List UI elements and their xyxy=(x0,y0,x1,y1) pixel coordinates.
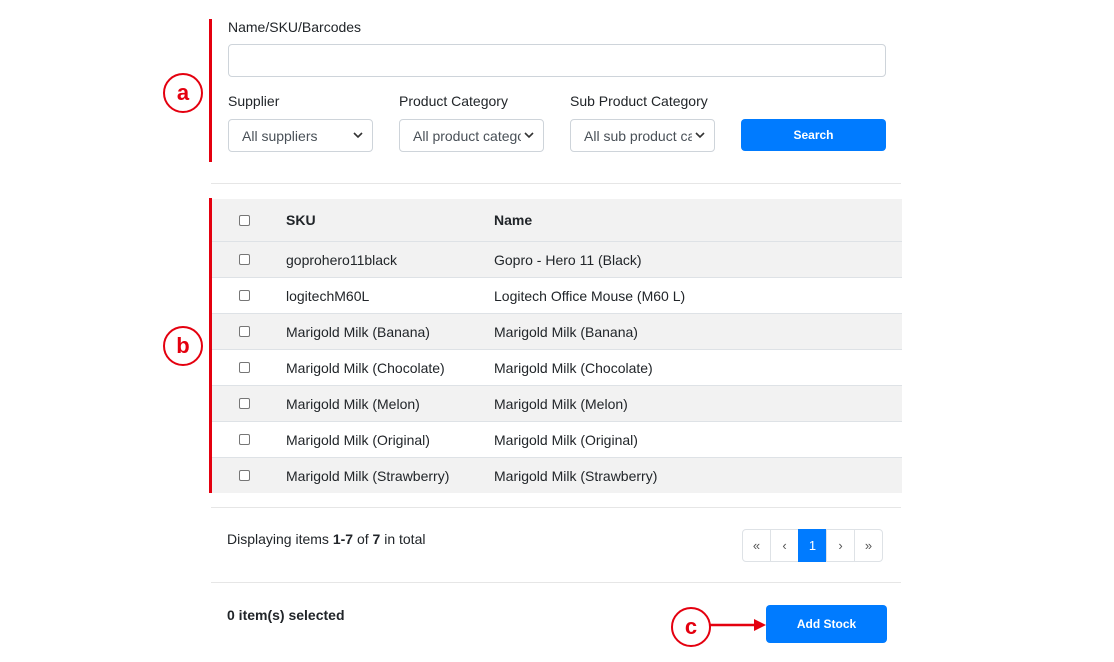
pagination-info-prefix: Displaying items xyxy=(227,531,333,547)
row-checkbox[interactable] xyxy=(239,362,250,373)
table-row[interactable]: Marigold Milk (Strawberry) Marigold Milk… xyxy=(212,457,902,493)
sub-product-category-select[interactable]: All sub product categories xyxy=(570,119,715,152)
row-sku: Marigold Milk (Strawberry) xyxy=(286,467,450,484)
table-row[interactable]: Marigold Milk (Melon) Marigold Milk (Mel… xyxy=(212,385,902,421)
chevron-down-icon xyxy=(524,132,534,139)
product-category-select-value: All product categories xyxy=(413,127,521,144)
pagination-info-suffix: in total xyxy=(380,531,426,547)
row-sku: logitechM60L xyxy=(286,287,370,304)
pagination-last-button[interactable]: » xyxy=(854,529,883,562)
pagination-info-range: 1-7 xyxy=(332,531,354,547)
row-sku: Marigold Milk (Melon) xyxy=(286,395,420,412)
sub-product-category-select-value: All sub product categories xyxy=(584,127,692,144)
row-sku: goprohero11black xyxy=(286,251,398,268)
product-table: SKU Name goprohero11black Gopro - Hero 1… xyxy=(212,199,902,493)
annotation-arrow-icon xyxy=(710,619,766,631)
pagination-info-of: of xyxy=(353,531,373,547)
row-name: Marigold Milk (Chocolate) xyxy=(494,359,653,376)
table-row[interactable]: Marigold Milk (Chocolate) Marigold Milk … xyxy=(212,349,902,385)
chevron-down-icon xyxy=(695,132,705,139)
row-checkbox[interactable] xyxy=(239,326,250,337)
row-checkbox[interactable] xyxy=(239,290,250,301)
annotation-label-c: c xyxy=(671,607,711,647)
row-name: Marigold Milk (Original) xyxy=(494,431,638,448)
column-header-sku: SKU xyxy=(286,212,316,228)
supplier-select-value: All suppliers xyxy=(242,127,318,144)
row-checkbox[interactable] xyxy=(239,254,250,265)
pagination: « ‹ 1 › » xyxy=(742,529,883,562)
search-label: Name/SKU/Barcodes xyxy=(228,19,362,35)
row-sku: Marigold Milk (Banana) xyxy=(286,323,430,340)
pagination-page-1[interactable]: 1 xyxy=(798,529,827,562)
pagination-prev-button[interactable]: ‹ xyxy=(770,529,799,562)
row-checkbox[interactable] xyxy=(239,434,250,445)
row-checkbox[interactable] xyxy=(239,470,250,481)
chevron-down-icon xyxy=(353,132,363,139)
divider xyxy=(211,582,901,583)
product-category-select[interactable]: All product categories xyxy=(399,119,544,152)
search-input[interactable] xyxy=(228,44,886,77)
annotation-label-b: b xyxy=(163,326,203,366)
sub-product-category-label: Sub Product Category xyxy=(570,93,708,109)
annotation-bar-a xyxy=(209,19,212,162)
row-sku: Marigold Milk (Original) xyxy=(286,431,430,448)
pagination-next-button[interactable]: › xyxy=(826,529,855,562)
search-button[interactable]: Search xyxy=(741,119,886,151)
table-row[interactable]: logitechM60L Logitech Office Mouse (M60 … xyxy=(212,277,902,313)
row-name: Gopro - Hero 11 (Black) xyxy=(494,251,642,268)
supplier-select[interactable]: All suppliers xyxy=(228,119,373,152)
row-checkbox[interactable] xyxy=(239,398,250,409)
selected-count: 0 item(s) selected xyxy=(227,607,345,623)
add-stock-button[interactable]: Add Stock xyxy=(766,605,887,643)
pagination-info: Displaying items 1-7 of 7 in total xyxy=(227,531,425,547)
divider xyxy=(211,183,901,184)
row-name: Marigold Milk (Banana) xyxy=(494,323,638,340)
select-all-checkbox[interactable] xyxy=(239,214,250,226)
annotation-label-a: a xyxy=(163,73,203,113)
pagination-first-button[interactable]: « xyxy=(742,529,771,562)
row-name: Logitech Office Mouse (M60 L) xyxy=(494,287,686,304)
table-row[interactable]: goprohero11black Gopro - Hero 11 (Black) xyxy=(212,241,902,277)
supplier-label: Supplier xyxy=(228,93,280,109)
column-header-name: Name xyxy=(494,212,533,228)
product-category-label: Product Category xyxy=(399,93,508,109)
row-sku: Marigold Milk (Chocolate) xyxy=(286,359,445,376)
row-name: Marigold Milk (Strawberry) xyxy=(494,467,658,484)
divider xyxy=(211,507,901,508)
table-row[interactable]: Marigold Milk (Banana) Marigold Milk (Ba… xyxy=(212,313,902,349)
table-header-row: SKU Name xyxy=(212,199,902,241)
table-row[interactable]: Marigold Milk (Original) Marigold Milk (… xyxy=(212,421,902,457)
row-name: Marigold Milk (Melon) xyxy=(494,395,628,412)
